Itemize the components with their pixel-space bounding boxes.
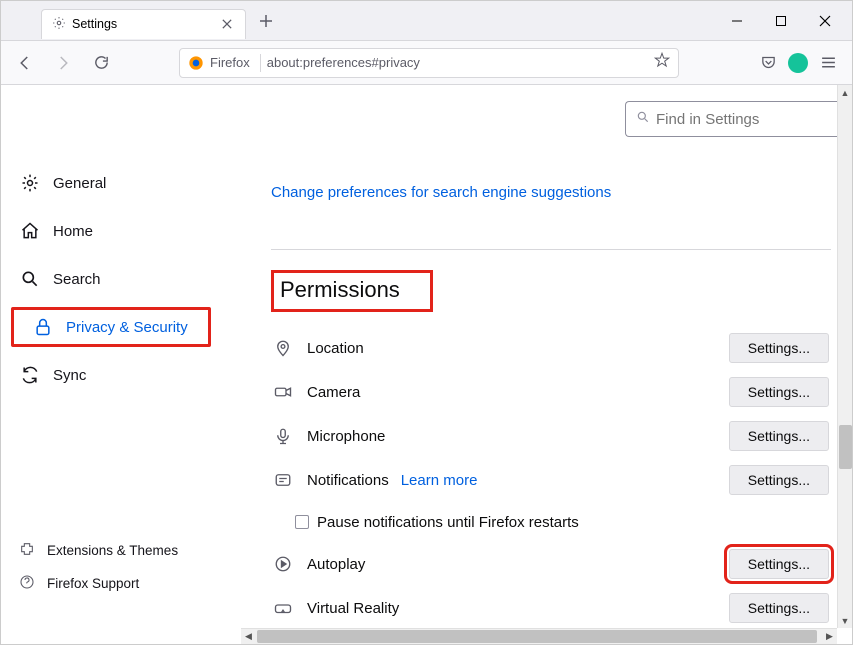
horizontal-scroll-thumb[interactable] [257,630,817,643]
notifications-learn-more-link[interactable]: Learn more [401,472,478,489]
back-button[interactable] [11,49,39,77]
permissions-heading: Permissions [278,275,412,305]
sidebar-item-label: General [53,175,106,192]
sidebar-footer-extensions[interactable]: Extensions & Themes [19,534,178,567]
sidebar-item-search[interactable]: Search [1,259,239,299]
camera-icon [271,383,295,401]
sidebar-item-label: Sync [53,367,86,384]
sidebar-footer-label: Firefox Support [47,576,139,591]
permission-label: Location [307,340,364,357]
location-pin-icon [271,339,295,357]
notifications-settings-button[interactable]: Settings... [729,465,829,495]
identity-label: Firefox [210,55,254,70]
permission-label: Notifications [307,472,389,489]
permission-row-microphone: Microphone Settings... [271,414,837,458]
permission-label: Microphone [307,428,385,445]
permission-row-autoplay: Autoplay Settings... [271,542,837,586]
toolbar-right [754,49,842,77]
notification-icon [271,471,295,489]
permission-row-vr: Virtual Reality Settings... [271,586,837,630]
settings-sidebar: General Home Search Privacy & Security S… [1,85,239,628]
vertical-scrollbar[interactable]: ▲ ▼ [837,85,852,628]
scroll-down-arrow[interactable]: ▼ [838,613,852,628]
pause-notifications-label: Pause notifications until Firefox restar… [317,514,579,531]
vr-settings-button[interactable]: Settings... [729,593,829,623]
scroll-up-arrow[interactable]: ▲ [838,85,852,100]
tab-title: Settings [72,17,117,31]
browser-tab-active[interactable]: Settings [41,9,246,39]
sidebar-item-privacy[interactable]: Privacy & Security [11,307,211,347]
gear-icon [52,16,66,33]
sync-icon [19,364,41,386]
pause-notifications-row: Pause notifications until Firefox restar… [295,502,837,542]
section-divider [271,249,831,250]
minimize-button[interactable] [716,6,758,36]
close-window-button[interactable] [804,6,846,36]
microphone-settings-button[interactable]: Settings... [729,421,829,451]
address-bar[interactable]: Firefox about:preferences#privacy [179,48,679,78]
new-tab-button[interactable] [252,7,280,35]
search-icon [19,268,41,290]
microphone-icon [271,427,295,445]
page-workspace: General Home Search Privacy & Security S… [1,85,852,644]
save-to-pocket-icon[interactable] [754,49,782,77]
autoplay-settings-button[interactable]: Settings... [729,549,829,579]
sidebar-item-label: Search [53,271,101,288]
navigation-toolbar: Firefox about:preferences#privacy [1,41,852,85]
separator [260,54,261,72]
permissions-list: Location Settings... Camera Settings... … [271,326,837,630]
grammarly-extension-icon[interactable] [788,53,808,73]
permission-row-notifications: Notifications Learn more Settings... [271,458,837,502]
search-suggestions-link[interactable]: Change preferences for search engine sug… [271,184,611,201]
maximize-button[interactable] [760,6,802,36]
gear-icon [19,172,41,194]
hamburger-menu-icon[interactable] [814,49,842,77]
permission-label: Autoplay [307,556,365,573]
permissions-heading-highlight: Permissions [271,270,433,312]
camera-settings-button[interactable]: Settings... [729,377,829,407]
sidebar-footer: Extensions & Themes Firefox Support [1,534,178,600]
bookmark-star-icon[interactable] [654,52,670,73]
horizontal-scrollbar[interactable]: ◀ ▶ [241,628,837,644]
location-settings-button[interactable]: Settings... [729,333,829,363]
sidebar-item-home[interactable]: Home [1,211,239,251]
puzzle-icon [19,541,35,560]
vertical-scroll-thumb[interactable] [839,425,852,469]
scroll-left-arrow[interactable]: ◀ [241,629,256,644]
window-controls [716,6,852,36]
sidebar-item-sync[interactable]: Sync [1,355,239,395]
search-suggestions-link-row: Change preferences for search engine sug… [271,184,837,201]
permission-row-camera: Camera Settings... [271,370,837,414]
sidebar-footer-label: Extensions & Themes [47,543,178,558]
reload-button[interactable] [87,49,115,77]
scroll-right-arrow[interactable]: ▶ [822,629,837,644]
window-titlebar: Settings [1,1,852,41]
forward-button[interactable] [49,49,77,77]
tabs-area: Settings [1,1,280,40]
firefox-logo-icon [188,55,204,71]
vr-headset-icon [271,599,295,617]
sidebar-footer-support[interactable]: Firefox Support [19,567,178,600]
sidebar-item-label: Home [53,223,93,240]
help-icon [19,574,35,593]
sidebar-item-label: Privacy & Security [66,319,188,336]
url-text: about:preferences#privacy [267,55,420,70]
home-icon [19,220,41,242]
autoplay-icon [271,555,295,573]
settings-main: Change preferences for search engine sug… [239,85,837,628]
permission-label: Virtual Reality [307,600,399,617]
close-tab-icon[interactable] [219,16,235,32]
sidebar-item-general[interactable]: General [1,163,239,203]
lock-icon [32,316,54,338]
permission-row-location: Location Settings... [271,326,837,370]
pause-notifications-checkbox[interactable] [295,515,309,529]
permission-label: Camera [307,384,360,401]
